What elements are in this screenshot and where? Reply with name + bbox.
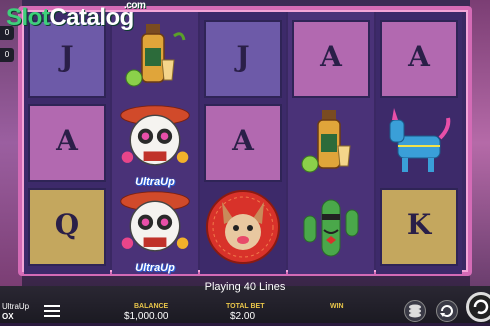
symbol-card-k: K bbox=[380, 188, 458, 266]
sugar-skull-icon bbox=[120, 105, 190, 166]
symbol-card-a: A bbox=[28, 104, 106, 182]
coin-stack-icon bbox=[409, 304, 421, 318]
brand-line-2: OX bbox=[2, 312, 14, 321]
symbol-letter: K bbox=[406, 208, 432, 241]
symbol-letter: Q bbox=[54, 208, 80, 241]
pinata-donkey-icon bbox=[389, 108, 451, 172]
site-logo: SlotCatalog .com bbox=[6, 0, 146, 32]
symbol-letter: A bbox=[320, 40, 342, 73]
symbol-card-a: A bbox=[380, 20, 458, 98]
symbol-card-a: A bbox=[292, 20, 370, 98]
cactus-icon bbox=[303, 199, 359, 257]
reel-4: A bbox=[288, 12, 374, 274]
chihuahua-icon bbox=[206, 190, 280, 264]
reel-3: J A bbox=[200, 12, 286, 274]
reel-1: J A Q bbox=[24, 12, 110, 274]
side-tab[interactable]: 0 bbox=[0, 48, 14, 62]
balance-label: BALANCE bbox=[134, 303, 169, 310]
reel-5: A K bbox=[376, 12, 462, 274]
logo-com-text: .com bbox=[124, 0, 146, 11]
spin-icon bbox=[473, 299, 489, 314]
symbol-card-a: A bbox=[204, 104, 282, 182]
symbol-card-q: Q bbox=[28, 188, 106, 266]
status-message: Playing 40 Lines bbox=[204, 281, 286, 293]
symbol-card-j: J bbox=[204, 20, 282, 98]
sugar-skull-icon bbox=[120, 191, 190, 252]
autoplay-icon bbox=[440, 305, 453, 317]
right-scenery bbox=[470, 0, 490, 286]
total-bet-label: TOTAL BET bbox=[226, 303, 265, 310]
symbol-letter: A bbox=[56, 124, 78, 157]
symbol-letter: A bbox=[408, 40, 430, 73]
symbol-letter: J bbox=[60, 40, 74, 73]
hamburger-icon bbox=[44, 305, 60, 317]
tequila-bottle-icon bbox=[301, 110, 351, 173]
menu-button[interactable] bbox=[42, 304, 62, 318]
reel-2: UltraUp UltraUp bbox=[112, 12, 198, 274]
logo-catalog-text: Catalog bbox=[49, 4, 134, 31]
logo-slot-text: Slot bbox=[6, 4, 50, 31]
ultra-up-label: UltraUp bbox=[135, 262, 175, 274]
autoplay-button[interactable] bbox=[436, 300, 458, 322]
win-label: WIN bbox=[330, 303, 344, 310]
total-bet-value: $2.00 bbox=[230, 311, 256, 322]
brand-line-1: UltraUp bbox=[2, 302, 30, 311]
balance-value: $1,000.00 bbox=[124, 311, 169, 322]
reels-frame: J A Q UltraUp UltraUp J A A A K bbox=[18, 6, 472, 276]
bet-stack-button[interactable] bbox=[404, 300, 426, 322]
symbol-letter: J bbox=[236, 40, 250, 73]
symbol-letter: A bbox=[232, 124, 254, 157]
ultra-up-label: UltraUp bbox=[135, 176, 175, 188]
spin-button[interactable] bbox=[466, 292, 490, 322]
